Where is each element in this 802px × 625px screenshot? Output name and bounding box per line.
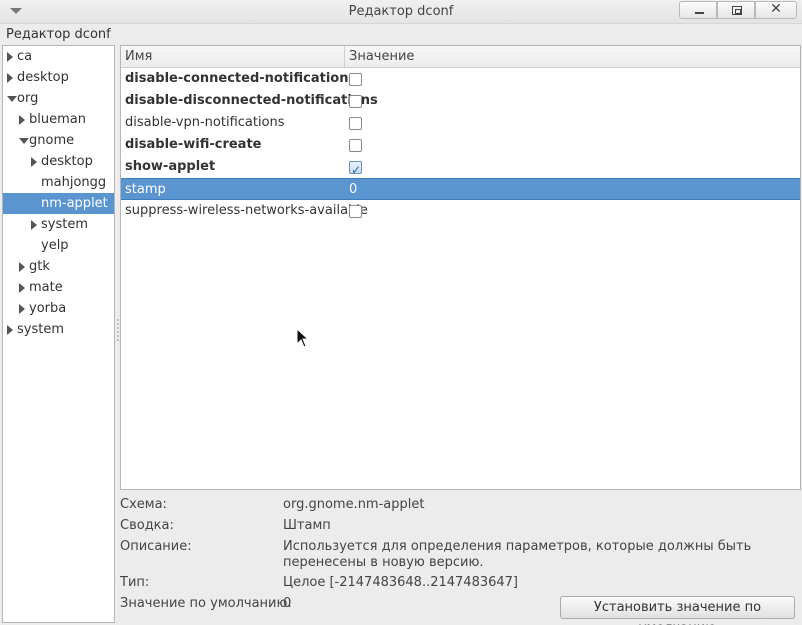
tree-item-gtk[interactable]: gtk: [3, 256, 114, 277]
tree-item-label: desktop: [41, 154, 93, 169]
table-row[interactable]: show-applet ✓: [121, 156, 800, 178]
tree-item-label: org: [17, 91, 39, 106]
type-label: Тип:: [120, 575, 150, 590]
type-value: Целое [-2147483648..2147483647]: [283, 575, 519, 590]
value-checkbox[interactable]: [349, 117, 362, 130]
keys-table: Имя Значение disable-connected-notificat…: [120, 45, 801, 490]
tree-item-label: ca: [17, 49, 33, 64]
key-name: disable-disconnected-notifications: [125, 93, 378, 108]
column-header-name[interactable]: Имя: [121, 46, 345, 68]
value-checkbox[interactable]: [349, 95, 362, 108]
app-menu-label[interactable]: Редактор dconf: [6, 27, 111, 42]
table-row[interactable]: stamp 0: [121, 178, 800, 200]
tree-item-label: gnome: [29, 133, 75, 148]
tree-item-system[interactable]: system: [3, 214, 114, 235]
mouse-cursor-icon: [296, 328, 310, 348]
value-checkbox[interactable]: [349, 73, 362, 86]
key-name: suppress-wireless-networks-available: [125, 203, 368, 218]
value-checkbox[interactable]: ✓: [349, 161, 362, 177]
tree-item-label: mahjongg: [41, 175, 107, 190]
tree-item-desktop[interactable]: desktop: [3, 151, 114, 172]
set-default-button[interactable]: Установить значение по умолчанию: [560, 596, 795, 625]
tree-item-label: system: [17, 322, 64, 337]
tree-item-label: mate: [29, 280, 63, 295]
key-name: show-applet: [125, 159, 216, 174]
close-icon: ✕: [770, 1, 782, 17]
tree-item-label: desktop: [17, 70, 69, 85]
tree-item-label: blueman: [29, 112, 86, 127]
tree-item-mate[interactable]: mate: [3, 277, 114, 298]
table-header: Имя Значение: [121, 46, 800, 68]
tree-item-gnome[interactable]: gnome: [3, 130, 114, 151]
column-header-value[interactable]: Значение: [345, 46, 800, 68]
tree-item-ca[interactable]: ca: [3, 46, 114, 67]
pane-splitter-handle[interactable]: [117, 318, 119, 342]
title-bar: Редактор dconf ✕: [0, 0, 802, 24]
table-row[interactable]: disable-disconnected-notifications: [121, 90, 800, 112]
table-row[interactable]: suppress-wireless-networks-available: [121, 200, 800, 222]
collapsed-arrow-icon[interactable]: [19, 115, 25, 125]
expanded-arrow-icon[interactable]: [19, 138, 29, 144]
schema-tree[interactable]: ca desktop org blueman gnome desktop mahjongg n…: [2, 45, 115, 623]
schema-value: org.gnome.nm-applet: [283, 497, 425, 512]
close-button[interactable]: ✕: [755, 1, 797, 19]
collapsed-arrow-icon[interactable]: [31, 220, 37, 230]
tree-item-yorba[interactable]: yorba: [3, 298, 114, 319]
table-row[interactable]: disable-vpn-notifications: [121, 112, 800, 134]
collapsed-arrow-icon[interactable]: [19, 304, 25, 314]
description-value: Используется для определения параметров,…: [283, 539, 752, 570]
value-checkbox[interactable]: [349, 139, 362, 152]
tree-item-label: nm-applet: [41, 196, 108, 211]
tree-item-label: yorba: [29, 301, 67, 316]
tree-item-label: yelp: [41, 238, 69, 253]
key-value[interactable]: 0: [349, 179, 357, 201]
collapsed-arrow-icon[interactable]: [7, 73, 13, 83]
summary-label: Сводка:: [120, 518, 174, 533]
collapsed-arrow-icon[interactable]: [19, 262, 25, 272]
schema-label: Схема:: [120, 497, 167, 512]
table-row[interactable]: disable-wifi-create: [121, 134, 800, 156]
tree-item-desktop[interactable]: desktop: [3, 67, 114, 88]
maximize-icon: [732, 6, 742, 15]
tree-item-yelp[interactable]: yelp: [3, 235, 114, 256]
minimize-button[interactable]: [679, 1, 717, 19]
value-checkbox[interactable]: [349, 205, 362, 218]
minimize-icon: [695, 12, 704, 14]
key-name: disable-connected-notifications: [125, 71, 357, 86]
description-label: Описание:: [120, 539, 192, 554]
collapsed-arrow-icon[interactable]: [31, 157, 37, 167]
default-value: 0: [283, 596, 292, 611]
collapsed-arrow-icon[interactable]: [19, 283, 25, 293]
collapsed-arrow-icon[interactable]: [7, 325, 13, 335]
key-name: stamp: [125, 182, 166, 197]
collapsed-arrow-icon[interactable]: [7, 52, 13, 62]
maximize-button[interactable]: [717, 1, 755, 19]
summary-value: Штамп: [283, 518, 331, 533]
expanded-arrow-icon[interactable]: [7, 96, 17, 102]
tree-item-system[interactable]: system: [3, 319, 114, 340]
tree-item-mahjongg[interactable]: mahjongg: [3, 172, 114, 193]
table-row[interactable]: disable-connected-notifications: [121, 68, 800, 90]
tree-item-org[interactable]: org: [3, 88, 114, 109]
tree-item-nm-applet[interactable]: nm-applet: [3, 193, 114, 214]
tree-item-blueman[interactable]: blueman: [3, 109, 114, 130]
tree-item-label: system: [41, 217, 88, 232]
tree-item-label: gtk: [29, 259, 50, 274]
key-name: disable-wifi-create: [125, 137, 262, 152]
key-name: disable-vpn-notifications: [125, 115, 285, 130]
default-label: Значение по умолчанию:: [120, 596, 292, 611]
